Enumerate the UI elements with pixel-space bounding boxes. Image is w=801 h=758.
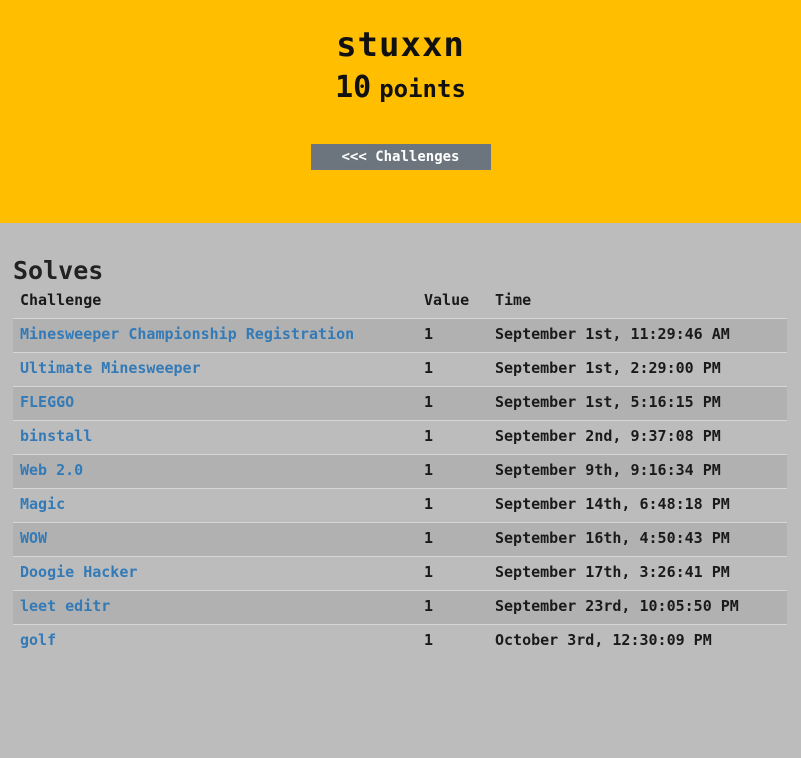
challenge-link[interactable]: Doogie Hacker (20, 563, 137, 581)
challenge-cell: leet editr (13, 590, 417, 625)
challenge-cell: Doogie Hacker (13, 556, 417, 591)
challenge-link[interactable]: FLEGGO (20, 393, 74, 411)
back-to-challenges-button[interactable]: <<< Challenges (310, 144, 491, 170)
time-cell: October 3rd, 12:30:09 PM (488, 624, 787, 658)
challenge-link[interactable]: WOW (20, 529, 47, 547)
time-cell: September 9th, 9:16:34 PM (488, 454, 787, 489)
challenge-link[interactable]: golf (20, 631, 56, 649)
time-cell: September 16th, 4:50:43 PM (488, 522, 787, 557)
value-cell: 1 (417, 522, 488, 557)
points-value: 10 (335, 70, 372, 105)
time-cell: September 1st, 11:29:46 AM (488, 318, 787, 353)
challenge-link[interactable]: Ultimate Minesweeper (20, 359, 201, 377)
column-header-time: Time (495, 291, 532, 309)
time-cell: September 2nd, 9:37:08 PM (488, 420, 787, 455)
value-cell: 1 (417, 352, 488, 387)
value-cell: 1 (417, 454, 488, 489)
solves-table: Challenge Value Time Minesweeper Champio… (13, 289, 787, 658)
time-cell: September 1st, 2:29:00 PM (488, 352, 787, 387)
time-cell: September 14th, 6:48:18 PM (488, 488, 787, 523)
column-header-challenge: Challenge (20, 291, 102, 309)
challenge-cell: binstall (13, 420, 417, 455)
points-label: points (379, 75, 466, 103)
solves-title: Solves (13, 256, 104, 285)
table-row: Minesweeper Championship Registration 1 … (13, 318, 787, 353)
value-cell: 1 (417, 318, 488, 353)
table-row: FLEGGO 1 September 1st, 5:16:15 PM (13, 386, 787, 421)
table-header-row: Challenge Value Time (13, 289, 787, 319)
challenge-link[interactable]: Magic (20, 495, 65, 513)
points-display: 10 points (0, 68, 801, 112)
value-cell: 1 (417, 420, 488, 455)
column-header-value: Value (424, 291, 470, 309)
challenge-link[interactable]: Minesweeper Championship Registration (20, 325, 354, 343)
challenge-link[interactable]: leet editr (20, 597, 110, 615)
challenge-cell: Magic (13, 488, 417, 523)
challenge-link[interactable]: Web 2.0 (20, 461, 83, 479)
time-cell: September 23rd, 10:05:50 PM (488, 590, 787, 625)
value-cell: 1 (417, 488, 488, 523)
challenge-link[interactable]: binstall (20, 427, 92, 445)
table-row: WOW 1 September 16th, 4:50:43 PM (13, 522, 787, 557)
challenge-cell: FLEGGO (13, 386, 417, 421)
time-cell: September 17th, 3:26:41 PM (488, 556, 787, 591)
value-cell: 1 (417, 624, 488, 658)
table-row: Magic 1 September 14th, 6:48:18 PM (13, 488, 787, 523)
value-cell: 1 (417, 386, 488, 421)
challenge-cell: Ultimate Minesweeper (13, 352, 417, 387)
value-cell: 1 (417, 556, 488, 591)
table-row: binstall 1 September 2nd, 9:37:08 PM (13, 420, 787, 455)
time-cell: September 1st, 5:16:15 PM (488, 386, 787, 421)
challenge-cell: Web 2.0 (13, 454, 417, 489)
challenge-cell: golf (13, 624, 417, 658)
challenge-cell: Minesweeper Championship Registration (13, 318, 417, 353)
challenge-cell: WOW (13, 522, 417, 557)
table-row: Doogie Hacker 1 September 17th, 3:26:41 … (13, 556, 787, 591)
table-row: golf 1 October 3rd, 12:30:09 PM (13, 624, 787, 658)
table-row: Ultimate Minesweeper 1 September 1st, 2:… (13, 352, 787, 387)
profile-header: stuxxn 10 points <<< Challenges (0, 0, 801, 223)
table-row: leet editr 1 September 23rd, 10:05:50 PM (13, 590, 787, 625)
username-heading: stuxxn (336, 25, 465, 65)
value-cell: 1 (417, 590, 488, 625)
solves-section: Solves Challenge Value Time Minesweeper … (0, 223, 801, 658)
table-row: Web 2.0 1 September 9th, 9:16:34 PM (13, 454, 787, 489)
